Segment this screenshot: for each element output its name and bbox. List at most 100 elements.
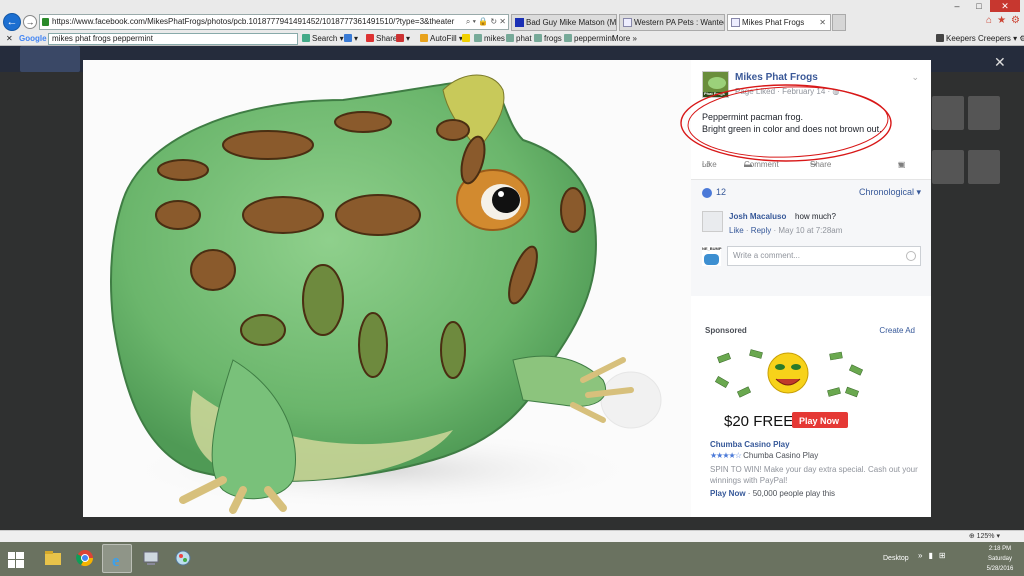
- autofill-label: AutoFill: [430, 34, 457, 43]
- action-center-icon[interactable]: ⊞: [939, 551, 946, 560]
- zoom-value: 125%: [976, 533, 995, 540]
- dimmed-thumbnail: [968, 96, 1000, 130]
- casino-ad-image[interactable]: $20 FREE Play Now: [710, 349, 866, 431]
- paint-app-icon[interactable]: [168, 544, 198, 573]
- toolbar-autofill-button[interactable]: AutoFill ▾: [420, 32, 463, 46]
- comment-reply-link[interactable]: Reply: [751, 226, 771, 235]
- ad-play-now-link[interactable]: Play Now: [710, 489, 746, 498]
- comment-like-link[interactable]: Like: [729, 226, 744, 235]
- avatar-text: NE_BUMP: [702, 246, 722, 251]
- windows-start-icon[interactable]: [8, 552, 24, 568]
- ad-social-proof: · 50,000 people play this: [745, 489, 835, 498]
- peppermint-pacman-frog-image: [83, 60, 691, 517]
- emoji-smiley-icon[interactable]: [906, 251, 916, 261]
- word-label: peppermint: [574, 34, 615, 43]
- favorites-star-icon[interactable]: ★: [997, 15, 1006, 26]
- minimize-icon[interactable]: –: [946, 0, 968, 12]
- comment-meta: Like · Reply · May 10 at 7:28am: [729, 226, 843, 235]
- toolbar-share-button[interactable]: Share: [366, 32, 397, 46]
- tab-close-icon[interactable]: ✕: [819, 15, 826, 30]
- computer-app-icon[interactable]: [136, 544, 166, 573]
- frog-photo[interactable]: [83, 60, 691, 517]
- word-find-icon: [474, 34, 482, 42]
- tab-label: Western PA Pets : Wanted, Fre...: [634, 18, 724, 27]
- write-comment-input[interactable]: Write a comment...: [727, 246, 921, 266]
- toolbar-more[interactable]: More »: [612, 32, 637, 46]
- window-controls: – □ ✕: [946, 0, 1020, 12]
- toolbar-highlight-button[interactable]: [462, 32, 472, 46]
- toolbar-word-peppermint[interactable]: peppermint: [564, 32, 614, 46]
- toolbar-pdf-button[interactable]: ▾: [396, 32, 410, 46]
- page-favicon-icon: [623, 18, 632, 27]
- comments-section: Josh Macaluso how much? Like · Reply · M…: [691, 206, 931, 296]
- dimmed-thumbnail: [968, 150, 1000, 184]
- ad-title-link[interactable]: Chumba Casino Play: [710, 440, 790, 449]
- word-label: frogs: [544, 34, 562, 43]
- tab-western-pa-pets[interactable]: Western PA Pets : Wanted, Fre...: [619, 14, 725, 31]
- settings-gear-icon[interactable]: ⚙: [1011, 15, 1020, 26]
- search-label: Search: [312, 34, 338, 43]
- word-label: phat: [516, 34, 532, 43]
- tab-bad-guy-mike[interactable]: Bad Guy Mike Matson (Mikes ...: [511, 14, 617, 31]
- comment-text: how much?: [795, 212, 836, 221]
- comment-timestamp[interactable]: May 10 at 7:28am: [778, 226, 842, 235]
- post-options-chevron-icon[interactable]: ⌄: [911, 72, 919, 83]
- share-icon: [366, 34, 374, 42]
- page-avatar-icon: ▣: [898, 160, 906, 169]
- browser-chrome: – □ ✕ ← → https://www.facebook.com/Mikes…: [0, 0, 1024, 46]
- current-user-avatar: NE_BUMP: [702, 246, 722, 266]
- tab-label: Bad Guy Mike Matson (Mikes ...: [526, 18, 617, 27]
- sponsored-heading: Sponsored: [705, 326, 747, 335]
- ad-cta-row: Play Now · 50,000 people play this: [710, 489, 835, 498]
- address-url: https://www.facebook.com/MikesPhatFrogs/…: [52, 17, 455, 26]
- plus-icon: [344, 34, 352, 42]
- comment-sort-dropdown[interactable]: Chronological ▾: [859, 187, 921, 198]
- new-tab-button[interactable]: [832, 14, 846, 31]
- toolbar-word-frogs[interactable]: frogs: [534, 32, 562, 46]
- keepers-label: Keepers Creepers: [946, 34, 1011, 43]
- toolbar-close-icon[interactable]: ✕: [6, 32, 13, 46]
- clock-day: Saturday: [987, 556, 1012, 562]
- ad-play-text: Play Now: [799, 416, 840, 426]
- toolbar-search-button[interactable]: Search ▾: [302, 32, 344, 46]
- address-actions[interactable]: ⌕ ▾ 🔒 ↻ ✕: [466, 15, 506, 29]
- google-search-input[interactable]: mikes phat frogs peppermint: [48, 33, 298, 45]
- windows-taskbar: e Desktop » ▮ ⊞ 2:18 PM Saturday 5/28/20…: [0, 542, 1024, 576]
- commenter-avatar[interactable]: [702, 211, 723, 232]
- tab-mikes-phat-frogs[interactable]: Mikes Phat Frogs ✕: [727, 14, 831, 31]
- highlighter-icon: [462, 34, 470, 42]
- zoom-level[interactable]: ⊕ 125% ▾: [969, 532, 1000, 540]
- toolbar-plus-button[interactable]: ▾: [344, 32, 358, 46]
- rating-stars-icon: ★★★★☆: [710, 451, 742, 460]
- word-find-icon: [564, 34, 572, 42]
- back-arrow-icon[interactable]: ←: [3, 13, 21, 31]
- file-explorer-icon[interactable]: [38, 544, 68, 573]
- theater-close-icon[interactable]: ✕: [994, 54, 1006, 71]
- tray-expand-icon[interactable]: »: [918, 551, 922, 560]
- chrome-icon[interactable]: [70, 544, 100, 573]
- car-icon: [704, 254, 719, 265]
- comment-placeholder: Write a comment...: [733, 251, 800, 260]
- like-count[interactable]: 12: [716, 187, 726, 197]
- window-close-icon[interactable]: ✕: [990, 0, 1020, 12]
- internet-explorer-icon[interactable]: e: [102, 544, 132, 573]
- forward-arrow-icon[interactable]: →: [23, 15, 37, 29]
- navigation-bar: ← → https://www.facebook.com/MikesPhatFr…: [0, 12, 1024, 32]
- address-bar[interactable]: https://www.facebook.com/MikesPhatFrogs/…: [39, 14, 509, 30]
- system-clock[interactable]: 2:18 PM Saturday 5/28/2016: [980, 544, 1020, 574]
- create-ad-link[interactable]: Create Ad: [879, 326, 915, 335]
- autofill-icon: [420, 34, 428, 42]
- keepers-creepers-link[interactable]: Keepers Creepers ▾ ⚙ ▾: [936, 32, 1024, 46]
- clock-time: 2:18 PM: [988, 546, 1012, 552]
- comment-author-link[interactable]: Josh Macaluso: [729, 212, 786, 221]
- pdf-icon: [396, 34, 404, 42]
- home-icon[interactable]: ⌂: [986, 15, 992, 26]
- toolbar-word-phat[interactable]: phat: [506, 32, 532, 46]
- toolbar-word-mikes[interactable]: mikes: [474, 32, 505, 46]
- desktop-toolbar[interactable]: Desktop: [883, 555, 909, 562]
- post-as-selector[interactable]: ▣ ▾: [898, 160, 906, 169]
- like-reaction-icon: [702, 188, 712, 198]
- notification-icon[interactable]: ▮: [928, 551, 932, 560]
- maximize-icon[interactable]: □: [968, 0, 990, 12]
- user-icon: [936, 34, 944, 42]
